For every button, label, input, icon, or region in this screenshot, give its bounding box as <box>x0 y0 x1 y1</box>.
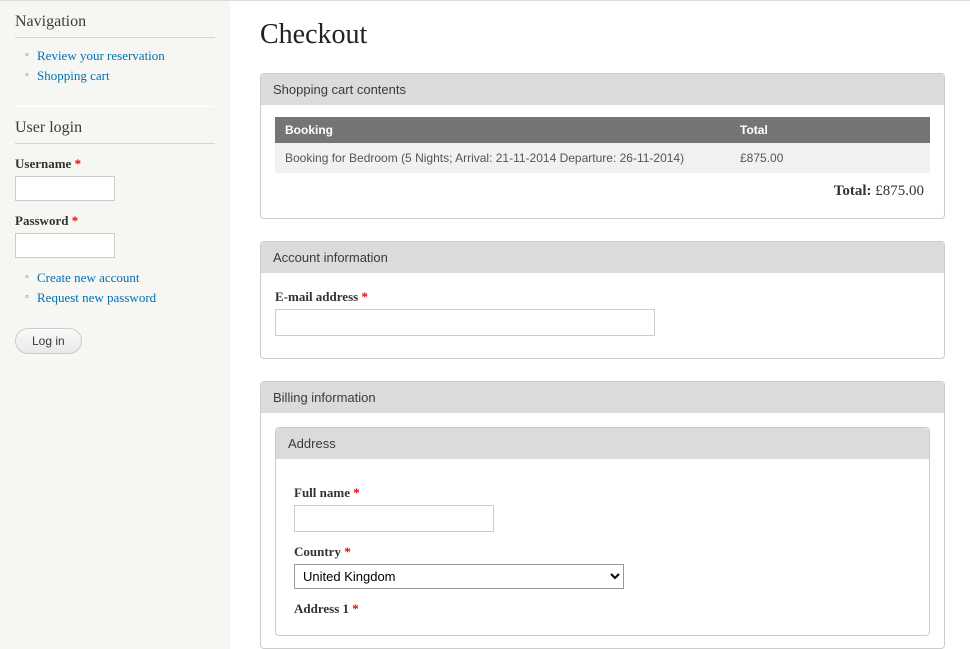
email-input[interactable] <box>275 309 655 336</box>
nav-item-review: Review your reservation <box>25 48 215 64</box>
email-field-wrap: E-mail address * <box>275 289 930 336</box>
cart-cell-booking: Booking for Bedroom (5 Nights; Arrival: … <box>275 143 730 173</box>
cart-col-total: Total <box>730 117 930 143</box>
cart-panel-title: Shopping cart contents <box>261 74 944 105</box>
login-button[interactable]: Log in <box>15 328 82 354</box>
country-field-wrap: Country * United Kingdom <box>294 544 911 589</box>
nav-link-review[interactable]: Review your reservation <box>37 48 165 63</box>
nav-title: Navigation <box>15 13 215 38</box>
required-mark: * <box>72 213 79 228</box>
address1-label: Address 1 * <box>294 601 911 617</box>
login-links: Create new account Request new password <box>15 270 215 306</box>
cart-total-value: £875.00 <box>875 183 924 199</box>
login-link-item-reset: Request new password <box>25 290 215 306</box>
address1-field-wrap: Address 1 * <box>294 601 911 617</box>
page-title: Checkout <box>260 19 945 51</box>
cart-table: Booking Total Booking for Bedroom (5 Nig… <box>275 117 930 173</box>
username-input[interactable] <box>15 176 115 201</box>
account-panel: Account information E-mail address * <box>260 241 945 359</box>
billing-panel-body: Address Full name * Country * United Kin… <box>261 413 944 648</box>
password-input[interactable] <box>15 233 115 258</box>
required-mark: * <box>352 601 359 616</box>
cart-panel-body: Booking Total Booking for Bedroom (5 Nig… <box>261 105 944 218</box>
password-field-wrap: Password * <box>15 213 215 258</box>
address-panel: Address Full name * Country * United Kin… <box>275 427 930 636</box>
nav-list: Review your reservation Shopping cart <box>15 48 215 84</box>
required-mark: * <box>75 156 82 171</box>
cart-col-booking: Booking <box>275 117 730 143</box>
sidebar: Navigation Review your reservation Shopp… <box>0 1 230 649</box>
required-mark: * <box>353 485 360 500</box>
main-content: Checkout Shopping cart contents Booking … <box>260 1 970 649</box>
login-link-item-create: Create new account <box>25 270 215 286</box>
password-label: Password * <box>15 213 215 229</box>
account-panel-title: Account information <box>261 242 944 273</box>
required-mark: * <box>344 544 351 559</box>
email-label: E-mail address * <box>275 289 930 305</box>
login-button-wrap: Log in <box>15 328 215 354</box>
fullname-label: Full name * <box>294 485 911 501</box>
country-select[interactable]: United Kingdom <box>294 564 624 589</box>
username-label: Username * <box>15 156 215 172</box>
billing-panel: Billing information Address Full name * … <box>260 381 945 649</box>
cart-total-label: Total: <box>834 183 872 199</box>
nav-item-cart: Shopping cart <box>25 68 215 84</box>
nav-link-cart[interactable]: Shopping cart <box>37 68 110 83</box>
request-password-link[interactable]: Request new password <box>37 290 156 305</box>
cart-total-line: Total: £875.00 <box>275 173 930 206</box>
address-panel-title: Address <box>276 428 929 459</box>
login-title: User login <box>15 119 215 144</box>
country-label: Country * <box>294 544 911 560</box>
account-panel-body: E-mail address * <box>261 273 944 358</box>
nav-block: Navigation Review your reservation Shopp… <box>15 1 215 107</box>
fullname-input[interactable] <box>294 505 494 532</box>
cart-cell-total: £875.00 <box>730 143 930 173</box>
create-account-link[interactable]: Create new account <box>37 270 140 285</box>
login-block: User login Username * Password * Create … <box>15 107 215 384</box>
table-row: Booking for Bedroom (5 Nights; Arrival: … <box>275 143 930 173</box>
address-panel-body: Full name * Country * United Kingdom Add… <box>276 459 929 635</box>
fullname-field-wrap: Full name * <box>294 485 911 532</box>
required-mark: * <box>361 289 368 304</box>
cart-panel: Shopping cart contents Booking Total Boo… <box>260 73 945 219</box>
billing-panel-title: Billing information <box>261 382 944 413</box>
username-field-wrap: Username * <box>15 156 215 201</box>
